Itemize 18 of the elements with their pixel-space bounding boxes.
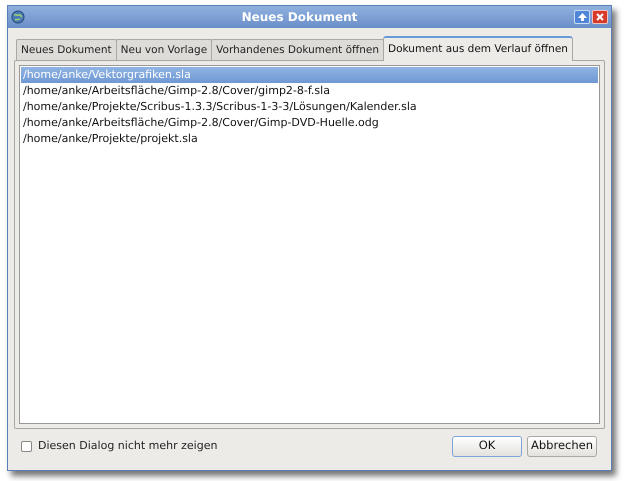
close-button[interactable] — [592, 10, 608, 24]
dialog-button[interactable]: Abbrechen — [527, 436, 597, 456]
globe-icon — [11, 10, 25, 24]
tab[interactable]: Neu von Vorlage — [116, 39, 212, 61]
tab[interactable]: Neues Dokument — [16, 39, 117, 61]
up-arrow-icon — [578, 13, 586, 21]
maximize-button[interactable] — [574, 10, 590, 24]
close-icon — [596, 13, 604, 21]
dialog-button[interactable]: OK — [452, 436, 522, 456]
tab[interactable]: Vorhandenes Dokument öffnen — [211, 39, 384, 61]
file-path-item[interactable]: /home/anke/Arbeitsfläche/Gimp-2.8/Cover/Gimp-DVD-Huelle.odg — [21, 115, 598, 131]
window-title: Neues Dokument — [242, 10, 358, 24]
file-path-item[interactable]: /home/anke/Projekte/Scribus-1.3.3/Scribus-1-3-3/Lösungen/Kalender.sla — [21, 99, 598, 115]
checkbox-label: Diesen Dialog nicht mehr zeigen — [38, 438, 218, 454]
dont-show-checkbox[interactable] — [21, 440, 32, 452]
file-path-item[interactable]: /home/anke/Projekte/projekt.sla — [21, 131, 598, 147]
file-path-item[interactable]: /home/anke/Arbeitsfläche/Gimp-2.8/Cover/gimp2-8-f.sla — [21, 83, 598, 99]
tab[interactable]: Dokument aus dem Verlauf öffnen — [383, 36, 573, 61]
